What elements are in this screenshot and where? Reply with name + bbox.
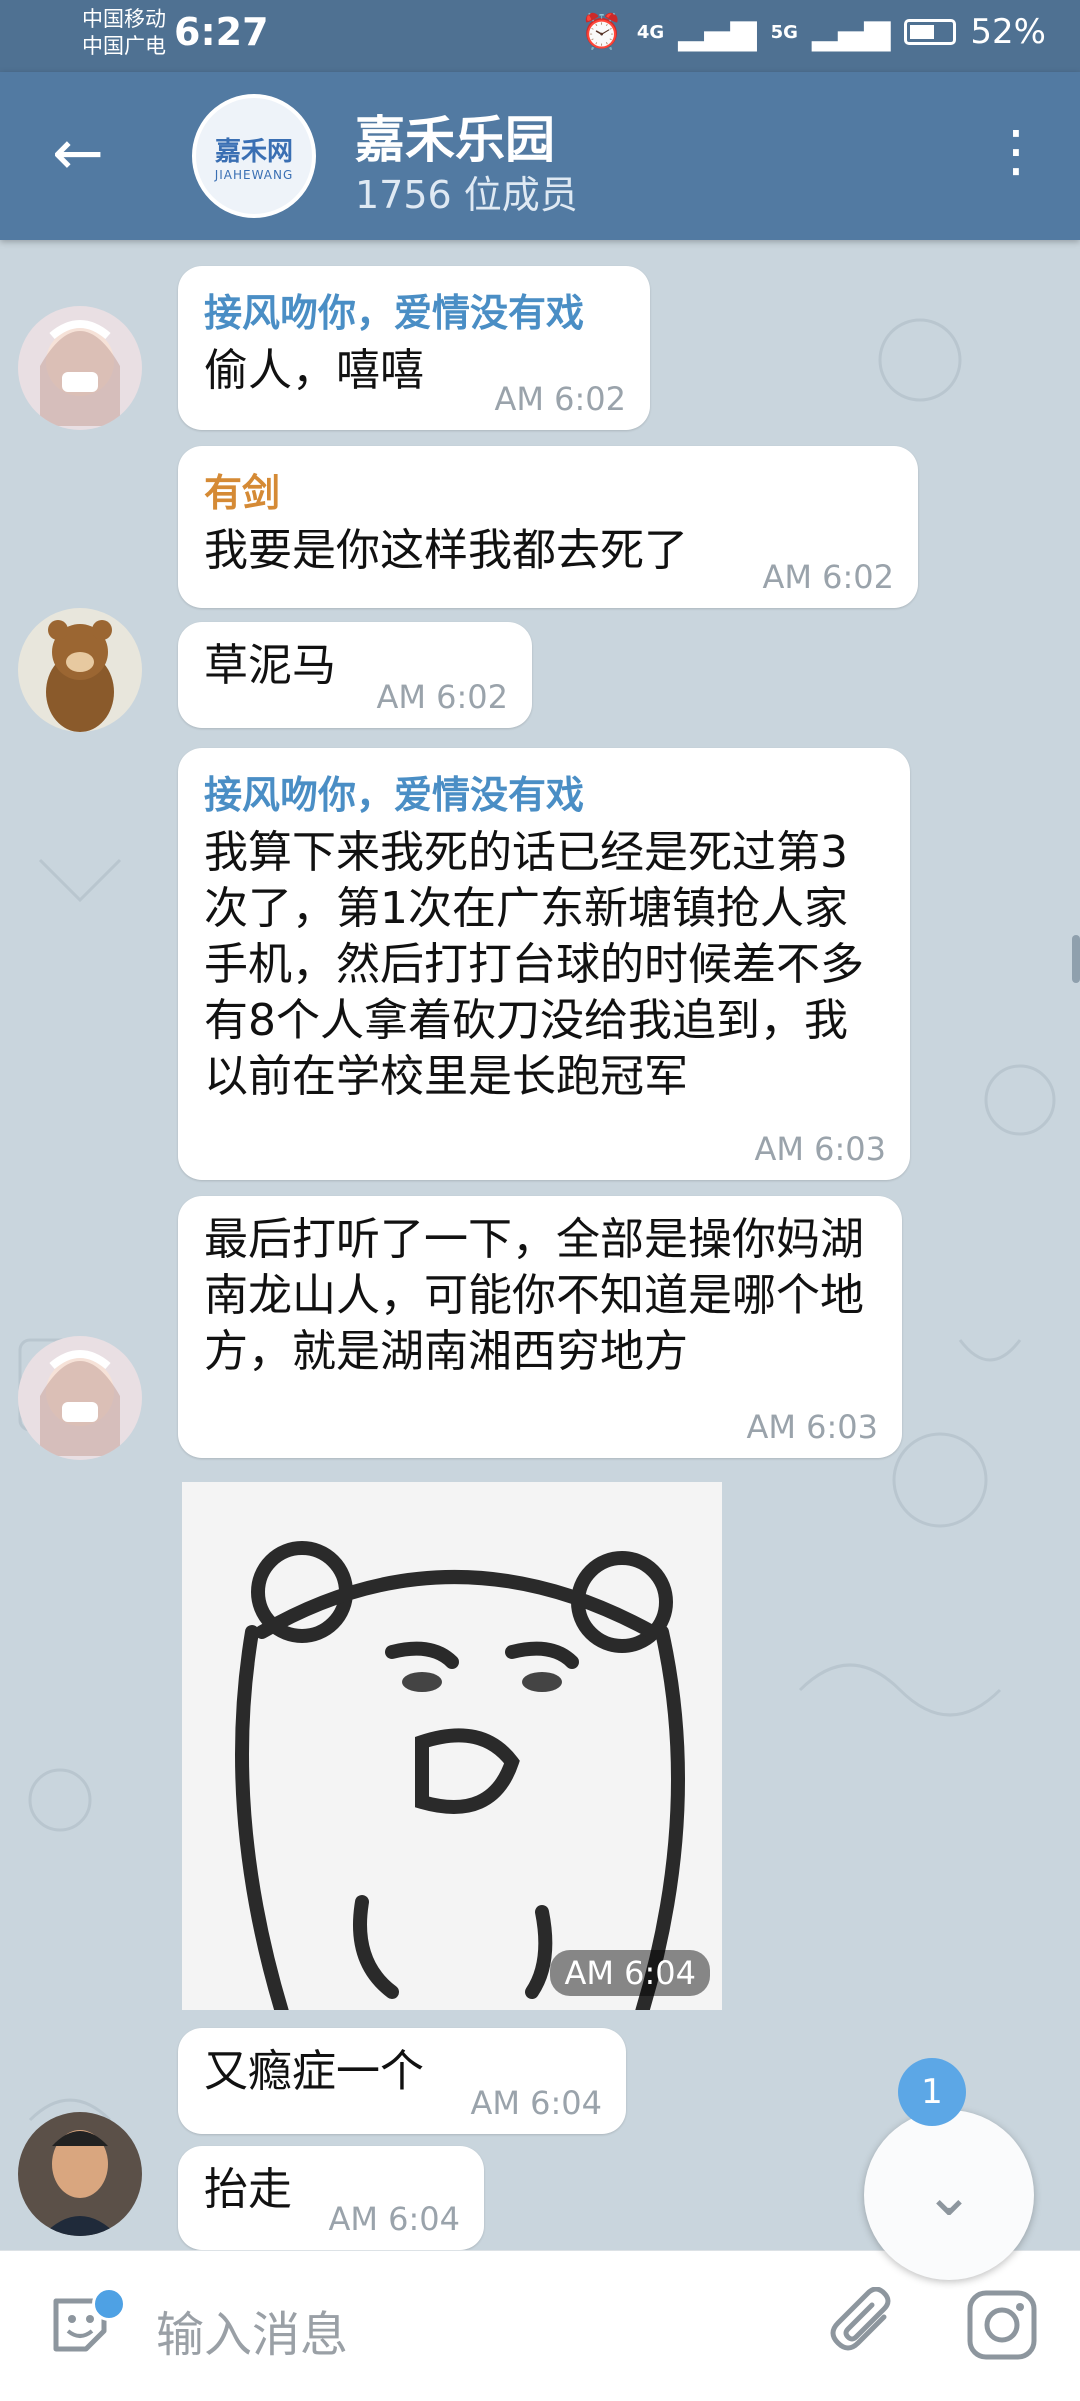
message-bubble[interactable]: 草泥马 AM 6:02 <box>178 622 532 728</box>
status-time: 6:27 <box>174 10 269 54</box>
avatar[interactable] <box>18 608 142 732</box>
message-bubble[interactable]: 又瘾症一个 AM 6:04 <box>178 2028 626 2134</box>
group-title[interactable]: 嘉禾乐园 <box>355 100 555 172</box>
chat-header: ← 嘉禾网 JIAHEWANG 嘉禾乐园 1756 位成员 ⋮ <box>0 72 1080 240</box>
avatar-image <box>18 1336 142 1460</box>
message-time: AM 6:03 <box>754 1130 886 1168</box>
message-bubble[interactable]: 最后打听了一下，全部是操你妈湖南龙山人，可能你不知道是哪个地方，就是湖南湘西穷地… <box>178 1196 902 1458</box>
signal-icon-2: ▂▄▆ <box>811 12 891 52</box>
sticker-time: AM 6:04 <box>550 1950 710 1996</box>
paperclip-icon[interactable] <box>828 2287 904 2363</box>
member-count: 1756 位成员 <box>355 173 578 217</box>
signal-icon: ▂▄▆ <box>678 12 757 52</box>
message-text: 我算下来我死的话已经是死过第3次了，第1次在广东新塘镇抢人家手机，然后打打台球的… <box>204 827 864 1102</box>
avatar[interactable] <box>18 306 142 430</box>
group-avatar-logo-text: 嘉禾网 <box>214 136 293 167</box>
alarm-icon: ⏰ <box>580 12 623 52</box>
message-bubble[interactable]: 接风吻你，爱情没有戏 偷人，嘻嘻 AM 6:02 <box>178 266 650 430</box>
status-bar: 中国移动 中国广电 6:27 ⏰ 4G ▂▄▆ 5G ▂▄▆ 52% <box>0 0 1080 72</box>
sender-name[interactable]: 有剑 <box>204 462 892 517</box>
message-time: AM 6:02 <box>494 380 626 418</box>
network-5g-label: 5G <box>770 21 798 43</box>
bear-sticker-drawing <box>182 1482 722 2010</box>
notification-dot <box>92 2287 126 2321</box>
message-time: AM 6:02 <box>376 678 508 716</box>
carrier-1: 中国移动 <box>82 7 166 31</box>
message-input[interactable]: 输入消息 <box>156 2295 348 2365</box>
instagram-camera-icon[interactable] <box>964 2287 1040 2363</box>
message-list[interactable]: 接风吻你，爱情没有戏 偷人，嘻嘻 AM 6:02 有剑 我要是你这样我都去死了 … <box>0 240 1080 2250</box>
avatar[interactable] <box>18 1336 142 1460</box>
avatar-image <box>18 306 142 430</box>
sender-name[interactable]: 接风吻你，爱情没有戏 <box>204 282 624 337</box>
message-bubble[interactable]: 接风吻你，爱情没有戏 我算下来我死的话已经是死过第3次了，第1次在广东新塘镇抢人… <box>178 748 910 1180</box>
carrier-2: 中国广电 <box>82 34 166 58</box>
message-time: AM 6:04 <box>328 2200 460 2238</box>
network-4g-label: 4G <box>636 21 665 43</box>
avatar[interactable] <box>18 2112 142 2236</box>
battery-icon <box>904 19 957 45</box>
message-time: AM 6:04 <box>470 2084 602 2122</box>
message-bubble[interactable]: 抬走 AM 6:04 <box>178 2146 484 2250</box>
status-icons: ⏰ 4G ▂▄▆ 5G ▂▄▆ 52% <box>581 12 1046 52</box>
sticker-image[interactable]: AM 6:04 <box>182 1482 722 2010</box>
arrow-left-icon[interactable]: ← <box>52 122 104 184</box>
scrollbar-thumb[interactable] <box>1072 935 1080 983</box>
sender-name[interactable]: 接风吻你，爱情没有戏 <box>204 764 884 819</box>
carrier-names: 中国移动 中国广电 <box>82 6 166 60</box>
group-avatar-logo-sub: JIAHEWANG <box>214 167 294 182</box>
avatar-image <box>18 608 142 732</box>
unread-badge: 1 <box>898 2058 966 2126</box>
message-text: 最后打听了一下，全部是操你妈湖南龙山人，可能你不知道是哪个地方，就是湖南湘西穷地… <box>204 1214 864 1377</box>
avatar-image <box>18 2112 142 2236</box>
group-avatar[interactable]: 嘉禾网 JIAHEWANG <box>192 94 316 218</box>
message-bubble[interactable]: 有剑 我要是你这样我都去死了 AM 6:02 <box>178 446 918 608</box>
scroll-down-button[interactable]: ⌄ <box>864 2110 1034 2280</box>
battery-percent: 52% <box>970 12 1046 52</box>
message-time: AM 6:02 <box>762 558 894 596</box>
message-time: AM 6:03 <box>746 1408 878 1446</box>
chevron-down-icon: ⌄ <box>923 2160 975 2230</box>
more-vertical-icon[interactable]: ⋮ <box>988 122 1044 182</box>
